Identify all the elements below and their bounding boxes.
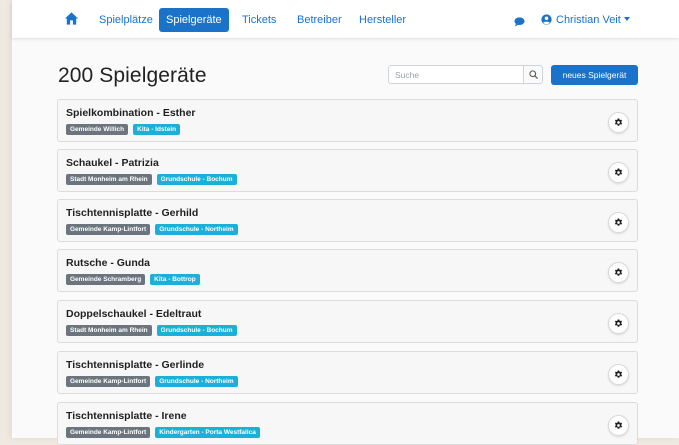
device-title[interactable]: Rutsche - Gunda — [66, 257, 150, 269]
user-menu[interactable]: Christian Veit — [541, 8, 630, 32]
location-badge: Kita - Bottrop — [150, 274, 200, 285]
operator-badge: Gemeinde Kamp-Lintfort — [66, 224, 151, 235]
chat-icon[interactable] — [514, 14, 525, 27]
operator-badge: Gemeinde Willich — [66, 124, 129, 135]
app-frame: Spielplätze Spielgeräte Tickets Betreibe… — [12, 0, 679, 445]
location-badge: Grundschule - Northeim — [155, 224, 238, 235]
settings-button[interactable] — [608, 262, 629, 283]
nav-item-tickets[interactable]: Tickets — [235, 8, 283, 32]
device-title[interactable]: Schaukel - Patrizia — [66, 157, 159, 169]
device-title[interactable]: Tischtennisplatte - Gerlinde — [66, 359, 204, 371]
settings-button[interactable] — [608, 112, 629, 133]
nav-item-spielplaetze[interactable]: Spielplätze — [92, 8, 160, 32]
nav-item-hersteller[interactable]: Hersteller — [352, 8, 413, 32]
search-button[interactable] — [523, 65, 543, 84]
settings-button[interactable] — [608, 162, 629, 183]
device-card[interactable]: Tischtennisplatte - Irene Gemeinde Kamp-… — [57, 402, 638, 445]
device-card[interactable]: Doppelschaukel - Edeltraut Stadt Monheim… — [57, 300, 638, 343]
search-icon — [528, 70, 538, 79]
location-badge: Grundschule - Northeim — [155, 376, 238, 387]
search-input[interactable] — [388, 65, 524, 84]
gear-icon — [614, 268, 623, 276]
navbar: Spielplätze Spielgeräte Tickets Betreibe… — [12, 0, 679, 38]
home-icon[interactable] — [64, 11, 79, 26]
chevron-down-icon — [623, 17, 630, 21]
device-title[interactable]: Tischtennisplatte - Irene — [66, 410, 187, 422]
operator-badge: Stadt Monheim am Rhein — [66, 325, 152, 336]
operator-badge: Stadt Monheim am Rhein — [66, 174, 152, 185]
device-card[interactable]: Schaukel - Patrizia Stadt Monheim am Rhe… — [57, 149, 638, 192]
operator-badge: Gemeinde Kamp-Lintfort — [66, 376, 151, 387]
device-title[interactable]: Tischtennisplatte - Gerhild — [66, 207, 198, 219]
gear-icon — [614, 370, 623, 378]
location-badge: Grundschule - Bochum — [156, 174, 237, 185]
device-card[interactable]: Spielkombination - Esther Gemeinde Willi… — [57, 99, 638, 142]
nav-item-spielgeraete[interactable]: Spielgeräte — [159, 8, 229, 32]
settings-button[interactable] — [608, 212, 629, 233]
device-card[interactable]: Tischtennisplatte - Gerhild Gemeinde Kam… — [57, 199, 638, 242]
new-device-button[interactable]: neues Spielgerät — [551, 65, 638, 85]
search-group — [388, 65, 543, 84]
gear-icon — [614, 319, 623, 327]
device-card[interactable]: Rutsche - Gunda Gemeinde Schramberg Kita … — [57, 249, 638, 292]
gear-icon — [614, 168, 623, 176]
user-name: Christian Veit — [556, 14, 621, 26]
user-circle-icon — [541, 14, 552, 25]
location-badge: Kindergarten - Porta Westfalica — [155, 427, 260, 438]
location-badge: Grundschule - Bochum — [156, 325, 237, 336]
settings-button[interactable] — [608, 415, 629, 436]
device-card[interactable]: Tischtennisplatte - Gerlinde Gemeinde Ka… — [57, 351, 638, 394]
operator-badge: Gemeinde Kamp-Lintfort — [66, 427, 151, 438]
gear-icon — [614, 421, 623, 429]
device-title[interactable]: Spielkombination - Esther — [66, 107, 196, 119]
settings-button[interactable] — [608, 364, 629, 385]
page-title: 200 Spielgeräte — [58, 64, 207, 87]
gear-icon — [614, 218, 623, 226]
nav-item-betreiber[interactable]: Betreiber — [290, 8, 349, 32]
operator-badge: Gemeinde Schramberg — [66, 274, 146, 285]
location-badge: Kita - Idstein — [133, 124, 181, 135]
gear-icon — [614, 118, 623, 126]
device-title[interactable]: Doppelschaukel - Edeltraut — [66, 308, 201, 320]
settings-button[interactable] — [608, 313, 629, 334]
